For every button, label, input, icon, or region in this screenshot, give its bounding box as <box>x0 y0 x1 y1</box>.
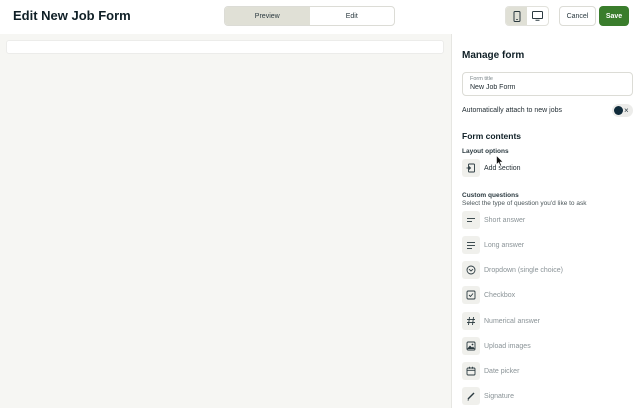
mobile-view-button[interactable] <box>506 7 527 25</box>
question-type-numerical[interactable]: Numerical answer <box>462 312 633 330</box>
preview-form-card <box>6 40 444 54</box>
tab-edit[interactable]: Edit <box>310 7 395 25</box>
toggle-knob <box>614 106 623 115</box>
item-label: Long answer <box>484 241 525 249</box>
question-type-short-answer[interactable]: Short answer <box>462 211 633 229</box>
manage-form-panel: Manage form Form title Automatically att… <box>451 34 640 408</box>
item-label: Dropdown (single choice) <box>484 266 563 274</box>
pen-icon <box>462 387 480 405</box>
close-icon: × <box>624 106 629 115</box>
question-type-date-picker[interactable]: Date picker <box>462 362 633 380</box>
save-button[interactable]: Save <box>599 6 629 26</box>
tab-preview[interactable]: Preview <box>225 7 310 25</box>
calendar-icon <box>462 362 480 380</box>
question-type-long-answer[interactable]: Long answer <box>462 236 633 254</box>
auto-attach-label: Automatically attach to new jobs <box>462 107 562 114</box>
mouse-cursor-icon <box>496 155 504 167</box>
panel-title: Manage form <box>462 50 525 61</box>
add-section-item[interactable]: Add section <box>462 159 633 177</box>
question-type-upload-images[interactable]: Upload images <box>462 337 633 355</box>
form-title-field[interactable]: Form title <box>462 72 633 96</box>
custom-questions-heading: Custom questions <box>462 192 519 199</box>
layout-options-heading: Layout options <box>462 148 509 155</box>
desktop-icon <box>532 11 543 21</box>
dropdown-icon <box>462 261 480 279</box>
phone-icon <box>513 10 520 22</box>
top-bar: Edit New Job Form Preview Edit Cancel Sa… <box>0 0 640 34</box>
image-icon <box>462 337 480 355</box>
long-answer-icon <box>462 236 480 254</box>
item-label: Checkbox <box>484 291 516 299</box>
form-title-label: Form title <box>470 76 493 82</box>
item-label: Date picker <box>484 367 520 375</box>
item-label: Upload images <box>484 342 531 350</box>
auto-attach-toggle[interactable]: × <box>612 104 633 117</box>
device-toggle <box>505 6 549 26</box>
cancel-button[interactable]: Cancel <box>559 6 596 26</box>
item-label: Signature <box>484 392 514 400</box>
item-label: Short answer <box>484 216 526 224</box>
view-mode-switch: Preview Edit <box>224 6 395 26</box>
checkbox-icon <box>462 286 480 304</box>
add-section-icon <box>462 159 480 177</box>
page-title: Edit New Job Form <box>13 8 131 23</box>
question-type-dropdown[interactable]: Dropdown (single choice) <box>462 261 633 279</box>
short-answer-icon <box>462 211 480 229</box>
question-type-checkbox[interactable]: Checkbox <box>462 286 633 304</box>
hash-icon <box>462 312 480 330</box>
form-contents-title: Form contents <box>462 131 522 141</box>
desktop-view-button[interactable] <box>527 7 548 25</box>
item-label: Numerical answer <box>484 317 541 325</box>
form-preview-canvas <box>0 34 451 408</box>
form-title-input[interactable] <box>470 84 625 91</box>
custom-questions-description: Select the type of question you'd like t… <box>462 200 587 207</box>
question-type-signature[interactable]: Signature <box>462 387 633 405</box>
